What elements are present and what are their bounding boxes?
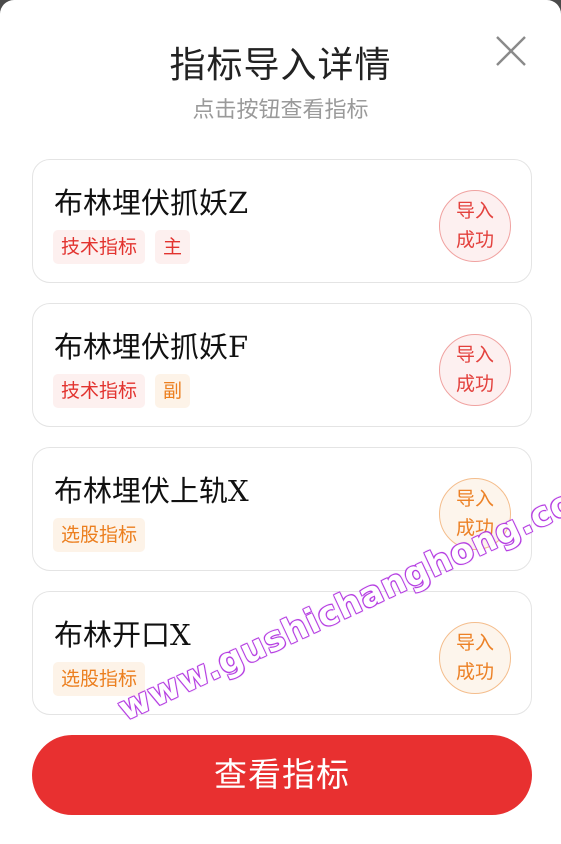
modal-title: 指标导入详情 xyxy=(169,45,392,86)
import-success-stamp: 导入 成功 xyxy=(439,190,511,262)
stamp-line-2: 成功 xyxy=(455,517,494,539)
view-indicators-button[interactable]: 查看指标 xyxy=(32,735,532,815)
position-tag: 副 xyxy=(155,374,191,408)
stamp-line-1: 导入 xyxy=(455,488,494,510)
stamp-line-2: 成功 xyxy=(455,661,494,683)
modal-subtitle: 点击按钮查看指标 xyxy=(192,98,369,123)
indicator-tags: 选股指标 xyxy=(53,662,146,696)
indicator-tags: 选股指标 xyxy=(53,518,146,552)
type-tag: 选股指标 xyxy=(53,662,146,696)
stamp-line-2: 成功 xyxy=(455,373,494,395)
import-details-modal: 指标导入详情 点击按钮查看指标 布林埋伏抓妖Z 技术指标 主 导入 成功 布林埋… xyxy=(0,0,561,844)
indicator-card[interactable]: 布林埋伏抓妖F 技术指标 副 导入 成功 xyxy=(32,303,532,427)
stamp-line-2: 成功 xyxy=(455,229,494,251)
import-success-stamp: 导入 成功 xyxy=(439,622,511,694)
indicator-card[interactable]: 布林埋伏抓妖Z 技术指标 主 导入 成功 xyxy=(32,159,532,283)
import-success-stamp: 导入 成功 xyxy=(439,478,511,550)
indicator-name: 布林埋伏抓妖Z xyxy=(54,186,249,220)
import-success-stamp: 导入 成功 xyxy=(439,334,511,406)
close-icon xyxy=(496,36,526,66)
type-tag: 选股指标 xyxy=(53,518,146,552)
indicator-name: 布林埋伏抓妖F xyxy=(54,330,249,364)
indicator-card[interactable]: 布林埋伏上轨X 选股指标 导入 成功 xyxy=(32,447,532,571)
stamp-line-1: 导入 xyxy=(455,200,494,222)
close-button[interactable] xyxy=(494,34,528,68)
indicator-tags: 技术指标 主 xyxy=(53,230,191,264)
indicator-list: 布林埋伏抓妖Z 技术指标 主 导入 成功 布林埋伏抓妖F 技术指标 副 导入 成… xyxy=(32,159,532,735)
indicator-card[interactable]: 布林开口X 选股指标 导入 成功 xyxy=(32,591,532,715)
type-tag: 技术指标 xyxy=(53,230,146,264)
indicator-name: 布林埋伏上轨X xyxy=(54,474,249,508)
stamp-line-1: 导入 xyxy=(455,632,494,654)
stamp-line-1: 导入 xyxy=(455,344,494,366)
indicator-name: 布林开口X xyxy=(54,618,191,652)
position-tag: 主 xyxy=(155,230,191,264)
indicator-tags: 技术指标 副 xyxy=(53,374,191,408)
type-tag: 技术指标 xyxy=(53,374,146,408)
